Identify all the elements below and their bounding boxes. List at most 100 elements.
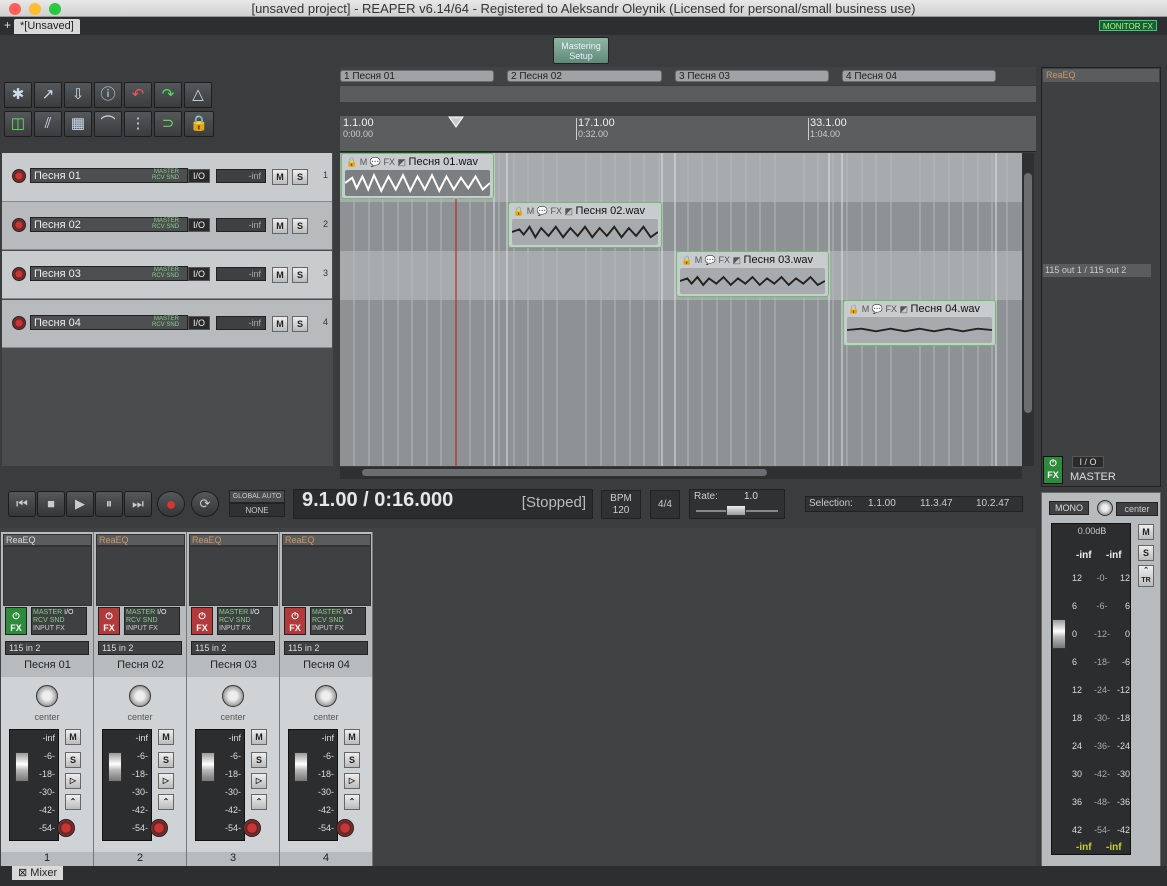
arrange-vertical-scrollbar[interactable] — [1022, 153, 1034, 466]
envelope-icon[interactable]: ◩ — [398, 157, 407, 167]
region-3[interactable]: 3 Песня 03 — [675, 70, 829, 82]
repeat-icon[interactable]: ⟳ — [191, 491, 219, 517]
master-channel[interactable]: MONO center 0.00dB -inf -inf 12 6 0 6 12 18 24… — [1041, 492, 1161, 868]
automation-button[interactable]: ⌃ — [251, 794, 267, 810]
input-select[interactable]: 115 in 2 — [5, 641, 89, 655]
vertical-scroll-thumb[interactable] — [1024, 173, 1032, 413]
media-item-2[interactable]: 🔒 M 💬 FX ◩ Песня 02.wav — [508, 202, 662, 248]
add-tab-button[interactable]: + — [4, 18, 11, 32]
pan-knob[interactable] — [315, 685, 337, 707]
mixer-channel-3[interactable]: ReaEQ ⏻ FX MASTER I/O RCV SND INPUT FX 115 … — [187, 532, 280, 866]
fx-list[interactable] — [189, 546, 278, 606]
item-fx-button[interactable]: FX — [550, 206, 562, 216]
volume-fader[interactable] — [201, 752, 215, 782]
global-auto-mode-button[interactable]: NONE — [229, 503, 285, 517]
record-arm-button[interactable] — [336, 819, 354, 837]
fx-slot[interactable]: ReaEQ — [1043, 69, 1159, 82]
media-item-3[interactable]: 🔒 M 💬 FX ◩ Песня 03.wav — [676, 251, 829, 297]
time-display[interactable]: 9.1.00 / 0:16.000 [Stopped] — [293, 489, 593, 519]
lock-icon[interactable]: 🔒 — [513, 206, 524, 216]
fx-slot[interactable]: ReaEQ — [282, 534, 371, 546]
volume-display[interactable]: -inf — [216, 267, 266, 281]
record-arm-button[interactable] — [12, 267, 26, 281]
item-mute-button[interactable]: M — [695, 255, 703, 265]
arrange-horizontal-scrollbar[interactable] — [340, 467, 1022, 479]
mute-button[interactable]: M — [272, 316, 288, 332]
input-select[interactable]: 115 in 2 — [191, 641, 275, 655]
mute-button[interactable]: M — [65, 729, 81, 745]
comment-icon[interactable]: 💬 — [537, 206, 548, 216]
go-to-end-icon[interactable]: ⏭ — [124, 491, 152, 517]
pan-knob[interactable] — [36, 685, 58, 707]
fx-slot[interactable]: ReaEQ — [189, 534, 278, 546]
snap-grid-icon[interactable]: ◫ — [4, 111, 32, 137]
item-mute-button[interactable]: M — [360, 157, 368, 167]
region-4[interactable]: 4 Песня 04 — [842, 70, 996, 82]
loop-points-icon[interactable]: ⊃ — [154, 111, 182, 137]
envelope-icon[interactable]: ◩ — [565, 206, 574, 216]
input-select[interactable]: 115 in 2 — [284, 641, 368, 655]
solo-button[interactable]: S — [292, 267, 308, 283]
record-arm-button[interactable] — [12, 316, 26, 330]
project-settings-icon[interactable]: ⓘ — [94, 82, 122, 108]
solo-button[interactable]: S — [158, 752, 174, 768]
item-fx-button[interactable]: FX — [885, 304, 897, 314]
master-mute-button[interactable]: M — [1138, 524, 1154, 540]
mono-button[interactable]: MONO — [1049, 501, 1089, 515]
redo-icon[interactable]: ↷ — [154, 82, 182, 108]
envelope-icon[interactable]: ◩ — [733, 255, 742, 265]
lock-icon[interactable]: 🔒 — [848, 304, 859, 314]
open-project-icon[interactable]: ↗ — [34, 82, 62, 108]
volume-fader[interactable] — [15, 752, 29, 782]
mute-button[interactable]: M — [251, 729, 267, 745]
pause-icon[interactable]: ⏸ — [95, 491, 123, 517]
playhead-marker-icon[interactable] — [447, 116, 465, 128]
fx-button[interactable]: ⏻ FX — [5, 607, 27, 635]
automation-button[interactable]: ⌃ — [344, 794, 360, 810]
record-arm-button[interactable] — [243, 819, 261, 837]
mute-button[interactable]: M — [344, 729, 360, 745]
item-grouping-icon[interactable]: ▦ — [64, 111, 92, 137]
lock-icon[interactable]: 🔒 — [681, 255, 692, 265]
routing-panel[interactable]: MASTER I/O RCV SND INPUT FX — [124, 607, 180, 635]
mute-button[interactable]: M — [272, 267, 288, 283]
routing-panel[interactable]: MASTER I/O RCV SND INPUT FX — [217, 607, 273, 635]
tab-unsaved-project[interactable]: *[Unsaved] — [14, 19, 80, 34]
channel-name[interactable]: Песня 04 — [282, 657, 371, 673]
phase-button[interactable]: ▷ — [65, 773, 81, 789]
io-button[interactable]: I/O — [188, 267, 210, 281]
region-1[interactable]: 1 Песня 01 — [340, 70, 494, 82]
comment-icon[interactable]: 💬 — [370, 157, 381, 167]
envelope-follow-icon[interactable]: ⌒ — [94, 111, 122, 137]
media-item-1[interactable]: 🔒 M 💬 FX ◩ Песня 01.wav — [341, 153, 494, 199]
horizontal-scroll-thumb[interactable] — [362, 469, 767, 476]
time-signature[interactable]: 4/4 — [650, 490, 680, 519]
solo-button[interactable]: S — [65, 752, 81, 768]
pan-knob[interactable] — [129, 685, 151, 707]
lock-icon[interactable]: 🔒 — [346, 157, 357, 167]
fx-slot[interactable]: ReaEQ — [3, 534, 92, 546]
routing-panel[interactable]: MASTER I/O RCV SND INPUT FX — [310, 607, 366, 635]
undo-icon[interactable]: ↶ — [124, 82, 152, 108]
routing-panel[interactable]: MASTER I/O RCV SND INPUT FX — [31, 607, 87, 635]
ripple-edit-icon[interactable]: ⫽ — [34, 111, 62, 137]
mute-button[interactable]: M — [272, 218, 288, 234]
solo-button[interactable]: S — [292, 169, 308, 185]
metronome-icon[interactable]: △ — [184, 82, 212, 108]
grid-lines-icon[interactable]: ⋮ — [124, 111, 152, 137]
track-4-header[interactable]: Песня 04 MASTER RCV SND I/O -inf M S 4 — [2, 300, 332, 348]
record-arm-button[interactable] — [12, 218, 26, 232]
item-fx-button[interactable]: FX — [718, 255, 730, 265]
master-solo-button[interactable]: S — [1138, 545, 1154, 561]
fx-list[interactable] — [282, 546, 371, 606]
phase-button[interactable]: ▷ — [158, 773, 174, 789]
io-routing-display[interactable]: 115 out 1 / 115 out 2 — [1043, 264, 1151, 277]
pan-knob[interactable] — [222, 685, 244, 707]
lock-icon[interactable]: 🔒 — [184, 111, 214, 137]
bpm-display[interactable]: BPM 120 — [601, 490, 641, 519]
track-3-header[interactable]: Песня 03 MASTER RCV SND I/O -inf M S 3 — [2, 251, 332, 299]
channel-name[interactable]: Песня 01 — [3, 657, 92, 673]
master-volume-fader[interactable] — [1052, 619, 1066, 649]
record-arm-button[interactable] — [150, 819, 168, 837]
close-tab-icon[interactable]: ⊠ — [18, 867, 27, 879]
